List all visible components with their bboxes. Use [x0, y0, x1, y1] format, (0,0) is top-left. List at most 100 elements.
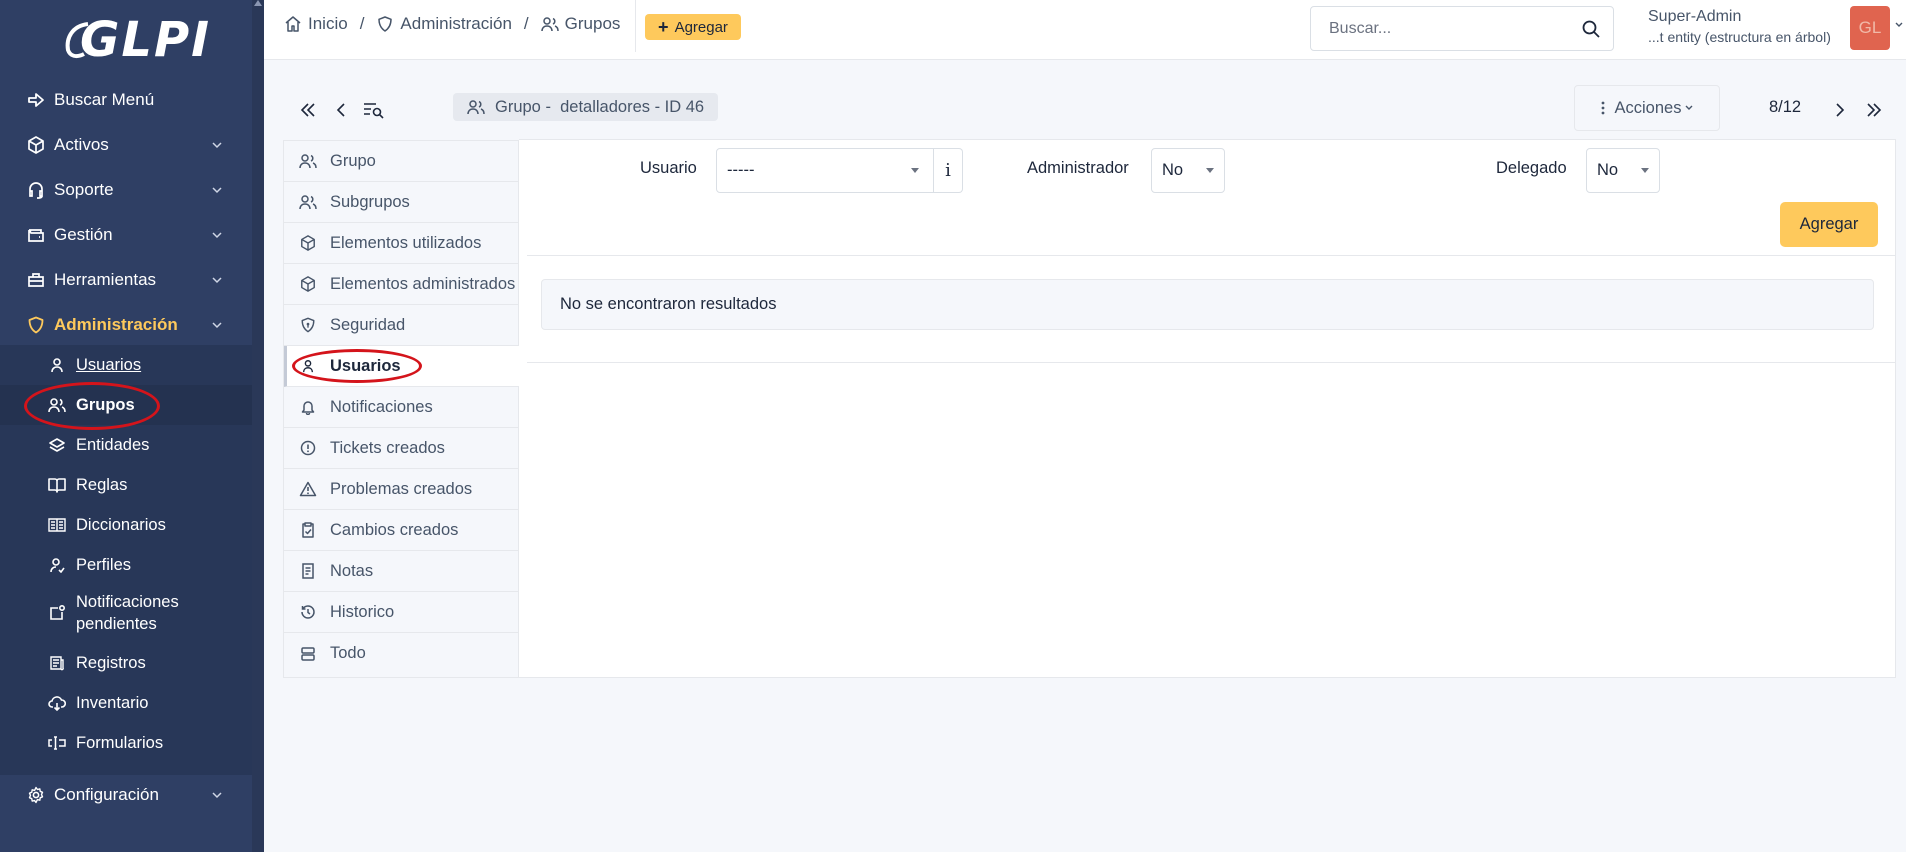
tab-grupo[interactable]: Grupo [284, 141, 520, 182]
menu-configuracion[interactable]: Configuración [0, 775, 252, 815]
item-title: Grupo - detalladores - ID 46 [453, 93, 719, 121]
tab-historico[interactable]: Historico [284, 592, 520, 633]
tab-label: Notas [330, 561, 374, 580]
caret-down-icon [1206, 168, 1214, 173]
stack-icon [298, 644, 318, 664]
user-icon [48, 356, 66, 374]
avatar[interactable]: GL [1850, 6, 1890, 50]
search-input[interactable] [1329, 19, 1569, 38]
tab-label: Elementos utilizados [330, 233, 482, 252]
submenu-formularios[interactable]: Formularios [0, 723, 252, 763]
search-icon[interactable] [1581, 19, 1601, 39]
menu-activos[interactable]: Activos [0, 125, 252, 165]
breadcrumb-separator: / [359, 14, 365, 33]
submenu-label: Formularios [76, 733, 164, 752]
breadcrumb-label: Inicio [308, 14, 348, 33]
menu-label: Configuración [54, 785, 159, 804]
tab-seguridad[interactable]: Seguridad [284, 305, 520, 346]
administrador-select[interactable]: No [1151, 148, 1225, 193]
breadcrumb-grupos[interactable]: Grupos [540, 14, 620, 34]
submenu-reglas[interactable]: Reglas [0, 465, 252, 505]
submenu-usuarios[interactable]: Usuarios [0, 345, 252, 385]
usuario-label: Usuario [640, 159, 697, 177]
menu-label: Activos [54, 135, 109, 154]
dots-vertical-icon [1601, 101, 1605, 115]
chevron-down-icon[interactable] [1895, 22, 1903, 28]
list-search-button[interactable] [362, 98, 386, 122]
menu-soporte[interactable]: Soporte [0, 170, 252, 210]
menu-label: Soporte [54, 180, 114, 199]
menu-herramientas[interactable]: Herramientas [0, 260, 252, 300]
history-icon [298, 602, 318, 622]
submenu-label: Perfiles [76, 555, 132, 574]
tab-label: Cambios creados [330, 520, 459, 539]
users-icon [467, 99, 485, 115]
tab-notas[interactable]: Notas [284, 551, 520, 592]
notes-icon [298, 561, 318, 581]
tab-subgrupos[interactable]: Subgrupos [284, 182, 520, 223]
chevron-down-icon [212, 230, 222, 240]
submenu-registros[interactable]: Registros [0, 643, 252, 683]
submenu-notificaciones-pendientes[interactable]: Notificaciones pendientes [0, 585, 252, 641]
delegado-select[interactable]: No [1586, 148, 1660, 193]
breadcrumb-separator: / [523, 14, 529, 33]
clipboard-check-icon [298, 520, 318, 540]
agregar-button[interactable]: Agregar [1780, 202, 1878, 247]
top-header: Inicio / Administración / Grupos + Agreg… [264, 0, 1906, 60]
sidebar-scrollbar[interactable] [252, 0, 264, 852]
headset-icon [26, 180, 46, 200]
tab-label: Subgrupos [330, 192, 410, 211]
tab-label: Historico [330, 602, 395, 621]
user-entity[interactable]: ...t entity (estructura en árbol) [1648, 29, 1831, 45]
tab-elementos-utilizados[interactable]: Elementos utilizados [284, 223, 520, 264]
submenu-inventario[interactable]: Inventario [0, 683, 252, 723]
divider [527, 255, 1896, 256]
cube-icon [298, 274, 318, 294]
arrow-right-icon [26, 90, 46, 110]
user-name[interactable]: Super-Admin [1648, 8, 1741, 26]
notification-icon [48, 604, 66, 622]
add-new-button[interactable]: + Agregar [645, 14, 741, 40]
logo-text: GLPI [80, 12, 212, 68]
users-icon [298, 192, 318, 212]
chevrons-right-icon [1866, 103, 1882, 117]
tab-label: Notificaciones [330, 397, 433, 416]
plus-icon: + [658, 16, 669, 37]
tab-problemas-creados[interactable]: Problemas creados [284, 469, 520, 510]
gear-icon [26, 785, 46, 805]
users-icon [540, 15, 559, 33]
breadcrumb-label: Administración [400, 14, 512, 33]
usuario-select[interactable]: ----- [716, 148, 934, 193]
breadcrumb-administracion[interactable]: Administración [376, 14, 512, 34]
submenu-perfiles[interactable]: Perfiles [0, 545, 252, 585]
cube-icon [26, 135, 46, 155]
submenu-diccionarios[interactable]: Diccionarios [0, 505, 252, 545]
book-icon [48, 476, 66, 494]
next-item-button[interactable] [1828, 98, 1852, 122]
wallet-icon [26, 225, 46, 245]
previous-item-button[interactable] [329, 98, 353, 122]
actions-button[interactable]: Acciones [1574, 85, 1720, 131]
tab-notificaciones[interactable]: Notificaciones [284, 387, 520, 428]
tab-tickets-creados[interactable]: Tickets creados [284, 428, 520, 469]
item-title-text: Grupo - detalladores - ID 46 [495, 97, 705, 116]
tab-cambios-creados[interactable]: Cambios creados [284, 510, 520, 551]
menu-buscar[interactable]: Buscar Menú [0, 80, 252, 120]
home-icon [284, 15, 302, 33]
last-item-button[interactable] [1862, 98, 1886, 122]
users-icon [298, 151, 318, 171]
first-item-button[interactable] [296, 98, 320, 122]
submenu-entidades[interactable]: Entidades [0, 425, 252, 465]
menu-gestion[interactable]: Gestión [0, 215, 252, 255]
tab-label: Tickets creados [330, 438, 445, 457]
tab-todo[interactable]: Todo [284, 633, 520, 674]
tab-elementos-administrados[interactable]: Elementos administrados [284, 264, 520, 305]
menu-administracion[interactable]: Administración [0, 305, 252, 345]
submenu-label: Inventario [76, 693, 149, 712]
tab-label: Todo [330, 644, 366, 662]
user-check-icon [48, 556, 66, 574]
info-button[interactable]: i [934, 148, 963, 193]
breadcrumb-inicio[interactable]: Inicio [284, 14, 348, 34]
book-open-icon [48, 516, 66, 534]
glpi-logo[interactable]: GLPI [64, 12, 209, 68]
